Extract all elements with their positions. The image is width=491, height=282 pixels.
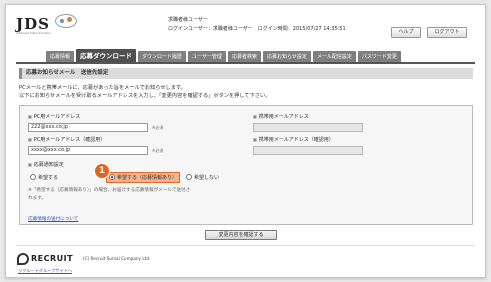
pc-email-confirm-input[interactable]: xxxx@xxx.co.jp [28, 146, 148, 155]
logout-button[interactable]: ログアウト [427, 27, 467, 38]
user-name: 求職者様ユーザー [168, 17, 208, 23]
app-window: JDS Jobboard Data Solution 求職者様ユーザー ログイン… [5, 4, 486, 278]
page-title: 応募お知らせメール 送信先設定 [19, 68, 473, 79]
radio-notify-no[interactable]: 希望しない [184, 173, 221, 182]
footer-divider [16, 245, 475, 246]
footer-brand: RECRUIT [31, 254, 74, 263]
recruit-logo-icon [17, 253, 29, 265]
tabs-divider [16, 62, 475, 64]
radio-label: 希望する（応募情報あり） [117, 174, 178, 181]
pc-email-required: ※必須 [152, 125, 164, 130]
footer-copyright: (C) Recruit Sumai Company Ltd. [83, 256, 151, 261]
pc-email-confirm-required: ※必須 [152, 148, 164, 153]
radio-label: 希望する [38, 174, 59, 181]
tab-application-download[interactable]: 応募ダウンロード [76, 49, 137, 63]
group-site-link[interactable]: リクルートグループサイトへ [18, 268, 72, 274]
radio-selected-icon [109, 174, 116, 180]
notification-form: PC用メールアドレス 222@xxx.co.jp ※必須 PC用メールアドレス（… [19, 105, 473, 225]
mobile-email-confirm-label: 携帯用メールアドレス（確認用） [253, 136, 334, 143]
page-description: PCメールと携帯メールに、応募があった旨をメールでお知らせします。 以下にお知ら… [19, 84, 270, 100]
user-info: 求職者様ユーザー ログインユーザー：求職者様ユーザー ログイン時間：2015/0… [168, 16, 346, 34]
step-callout-badge: 1 [95, 164, 109, 178]
note-line: れます。 [28, 196, 46, 201]
help-button[interactable]: ヘルプ [391, 27, 421, 38]
pc-email-confirm-label: PC用メールアドレス（確認用） [28, 136, 106, 143]
mobile-email-input[interactable] [253, 123, 363, 132]
pc-email-input[interactable]: 222@xxx.co.jp [28, 123, 148, 132]
mobile-email-label: 携帯用メールアドレス [253, 113, 309, 120]
mobile-email-confirm-input[interactable] [253, 146, 363, 155]
application-info-link[interactable]: 応募情報の送付について [28, 216, 78, 222]
login-info: ログインユーザー：求職者様ユーザー ログイン時間：2015/07/27 14:3… [168, 26, 346, 32]
logo-subtitle: Jobboard Data Solution [16, 31, 51, 35]
notify-note: ※「希望する（応募情報あり）」の場合、お届けする応募情報がメールで送付さ れます… [28, 187, 190, 203]
description-line: PCメールと携帯メールに、応募があった旨をメールでお知らせします。 [19, 85, 186, 91]
radio-notify-yes-with-info[interactable]: 希望する（応募情報あり） [106, 171, 181, 183]
radio-label: 希望しない [194, 174, 220, 181]
logo-icon [55, 14, 77, 28]
confirm-changes-button[interactable]: 変更内容を確認する [205, 230, 277, 240]
note-line: ※「希望する（応募情報あり）」の場合、お届けする応募情報がメールで送付さ [28, 188, 191, 193]
description-line: 以下にお知らせメールを受け取るメールアドレスを入力し、「変更内容を確認する」ボタ… [19, 93, 271, 99]
notify-setting-label: 応募通知設定 [28, 161, 64, 168]
radio-circle-icon [186, 174, 193, 180]
radio-circle-icon [30, 174, 36, 180]
radio-notify-yes[interactable]: 希望する [28, 173, 60, 182]
notify-radio-group: 希望する 希望する（応募情報あり） 希望しない [28, 171, 221, 183]
pc-email-label: PC用メールアドレス [28, 113, 81, 120]
main-tabs: 応募情報 応募ダウンロード ダウンロード履歴 ユーザー管理 応募者検索 応募お知… [46, 49, 401, 63]
